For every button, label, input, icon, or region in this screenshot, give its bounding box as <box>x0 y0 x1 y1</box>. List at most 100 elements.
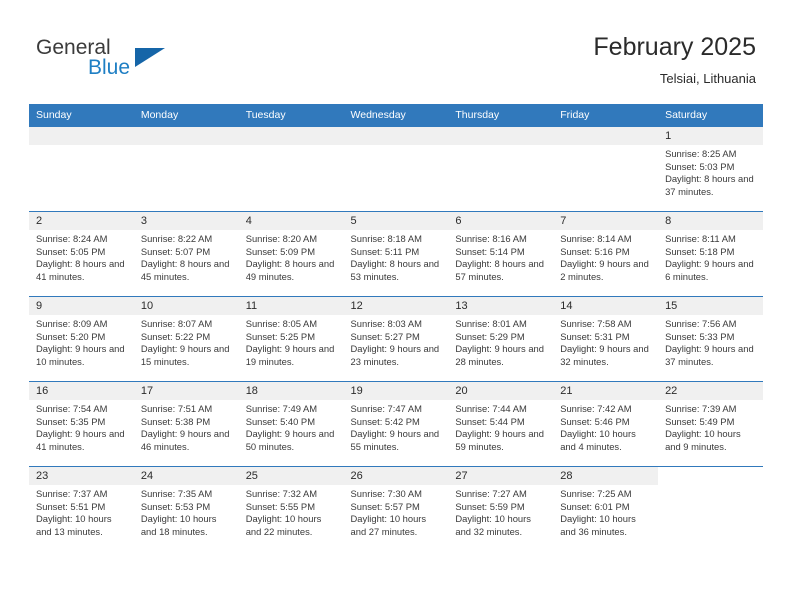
sunrise-text: Sunrise: 8:14 AM <box>560 233 632 244</box>
day-number <box>238 127 344 145</box>
calendar-day-cell[interactable]: 17 Sunrise: 7:51 AM Sunset: 5:38 PM Dayligh… <box>133 381 239 467</box>
day-number: 22 <box>658 382 763 400</box>
calendar-day-cell[interactable]: 10 Sunrise: 8:07 AM Sunset: 5:22 PM Dayligh… <box>133 296 239 382</box>
calendar-day-cell[interactable]: 28 Sunrise: 7:25 AM Sunset: 6:01 PM Dayligh… <box>553 466 659 551</box>
sunset-text: Sunset: 5:16 PM <box>560 245 630 257</box>
day-details: Sunrise: 7:30 AM Sunset: 5:57 PM Daylight:… <box>344 485 449 538</box>
sunrise-text: Sunrise: 8:25 AM <box>665 148 737 159</box>
sunset-text: Sunset: 5:40 PM <box>245 415 315 427</box>
calendar-week-row: 9 Sunrise: 8:09 AM Sunset: 5:20 PM Daylight… <box>29 296 763 382</box>
calendar-page: General Blue February 2025 Telsiai, Lith… <box>0 0 792 612</box>
day-number: 1 <box>658 127 763 145</box>
sunrise-text: Sunrise: 7:37 AM <box>36 488 108 499</box>
day-number: 10 <box>133 297 239 315</box>
sunrise-text: Sunrise: 7:58 AM <box>560 318 632 329</box>
sunset-text: Sunset: 6:01 PM <box>560 500 630 512</box>
day-details: Sunrise: 8:07 AM Sunset: 5:22 PM Daylight:… <box>134 315 239 368</box>
sunrise-text: Sunrise: 7:35 AM <box>140 488 213 499</box>
day-number: 5 <box>343 212 449 230</box>
calendar-day-cell[interactable]: 4 Sunrise: 8:20 AM Sunset: 5:09 PM Daylight… <box>238 211 344 297</box>
sunrise-text: Sunrise: 7:30 AM <box>350 488 422 499</box>
day-number: 28 <box>553 467 659 485</box>
calendar-week-row: 1 Sunrise: 8:25 AM Sunset: 5:03 PM Daylight… <box>29 126 763 212</box>
day-details: Sunrise: 8:18 AM Sunset: 5:11 PM Daylight:… <box>344 230 449 283</box>
calendar-day-cell[interactable]: 5 Sunrise: 8:18 AM Sunset: 5:11 PM Daylight… <box>343 211 449 297</box>
calendar-day-cell[interactable]: 21 Sunrise: 7:42 AM Sunset: 5:46 PM Dayligh… <box>553 381 659 467</box>
daylight-text: Daylight: 8 hours and 45 minutes. <box>140 258 230 282</box>
sunset-text: Sunset: 5:33 PM <box>665 330 735 342</box>
daylight-text: Daylight: 9 hours and 37 minutes. <box>665 343 754 367</box>
day-details: Sunrise: 7:49 AM Sunset: 5:40 PM Daylight:… <box>239 400 344 453</box>
calendar-day-cell[interactable]: 2 Sunrise: 8:24 AM Sunset: 5:05 PM Daylight… <box>29 211 134 297</box>
calendar-day-cell[interactable]: 18 Sunrise: 7:49 AM Sunset: 5:40 PM Dayligh… <box>238 381 344 467</box>
calendar-day-cell[interactable]: 7 Sunrise: 8:14 AM Sunset: 5:16 PM Daylight… <box>553 211 659 297</box>
calendar-day-cell[interactable]: 9 Sunrise: 8:09 AM Sunset: 5:20 PM Daylight… <box>29 296 134 382</box>
calendar-day-cell[interactable]: 24 Sunrise: 7:35 AM Sunset: 5:53 PM Dayligh… <box>133 466 239 551</box>
day-number <box>133 127 239 145</box>
daylight-text: Daylight: 10 hours and 36 minutes. <box>560 513 636 537</box>
weekday-header-saturday: Saturday <box>658 104 763 127</box>
day-details: Sunrise: 8:03 AM Sunset: 5:27 PM Daylight:… <box>344 315 449 368</box>
calendar-day-cell[interactable]: 8 Sunrise: 8:11 AM Sunset: 5:18 PM Daylight… <box>658 211 763 297</box>
day-details: Sunrise: 7:39 AM Sunset: 5:49 PM Daylight:… <box>658 400 763 453</box>
brand-name-blue: Blue <box>88 56 131 79</box>
sunset-text: Sunset: 5:51 PM <box>36 500 106 512</box>
page-header: General Blue February 2025 Telsiai, Lith… <box>0 0 792 103</box>
calendar-day-cell[interactable]: 20 Sunrise: 7:44 AM Sunset: 5:44 PM Dayligh… <box>448 381 554 467</box>
calendar-day-cell[interactable]: 22 Sunrise: 7:39 AM Sunset: 5:49 PM Dayligh… <box>658 381 763 467</box>
sunset-text: Sunset: 5:03 PM <box>665 160 735 172</box>
daylight-text: Daylight: 10 hours and 4 minutes. <box>560 428 636 452</box>
daylight-text: Daylight: 9 hours and 10 minutes. <box>36 343 125 367</box>
sunset-text: Sunset: 5:09 PM <box>245 245 315 257</box>
daylight-text: Daylight: 9 hours and 59 minutes. <box>455 428 544 452</box>
sunrise-text: Sunrise: 7:27 AM <box>455 488 527 499</box>
calendar-cell-empty <box>29 126 134 212</box>
calendar-day-cell[interactable]: 12 Sunrise: 8:03 AM Sunset: 5:27 PM Dayligh… <box>343 296 449 382</box>
calendar-day-cell[interactable]: 13 Sunrise: 8:01 AM Sunset: 5:29 PM Dayligh… <box>448 296 554 382</box>
weekday-header-thursday: Thursday <box>448 104 554 127</box>
sunset-text: Sunset: 5:22 PM <box>140 330 211 342</box>
brand-logo[interactable]: General Blue <box>36 36 236 88</box>
sunrise-text: Sunrise: 7:49 AM <box>245 403 318 414</box>
calendar-day-cell[interactable]: 27 Sunrise: 7:27 AM Sunset: 5:59 PM Dayligh… <box>448 466 554 551</box>
calendar-day-cell[interactable]: 25 Sunrise: 7:32 AM Sunset: 5:55 PM Dayligh… <box>238 466 344 551</box>
calendar-day-cell[interactable]: 3 Sunrise: 8:22 AM Sunset: 5:07 PM Daylight… <box>133 211 239 297</box>
sunset-text: Sunset: 5:46 PM <box>560 415 630 427</box>
calendar-day-cell[interactable]: 15 Sunrise: 7:56 AM Sunset: 5:33 PM Dayligh… <box>658 296 763 382</box>
daylight-text: Daylight: 10 hours and 9 minutes. <box>665 428 741 452</box>
sunrise-text: Sunrise: 8:05 AM <box>245 318 318 329</box>
day-details: Sunrise: 7:58 AM Sunset: 5:31 PM Daylight:… <box>553 315 658 368</box>
sunset-text: Sunset: 5:35 PM <box>36 415 106 427</box>
day-details: Sunrise: 7:44 AM Sunset: 5:44 PM Daylight:… <box>448 400 553 453</box>
day-details: Sunrise: 7:37 AM Sunset: 5:51 PM Daylight:… <box>29 485 134 538</box>
day-details: Sunrise: 8:24 AM Sunset: 5:05 PM Daylight:… <box>29 230 134 283</box>
calendar-cell-empty <box>658 466 763 551</box>
daylight-text: Daylight: 10 hours and 18 minutes. <box>140 513 217 537</box>
calendar-body: 1 Sunrise: 8:25 AM Sunset: 5:03 PM Daylight… <box>29 126 763 551</box>
day-details: Sunrise: 7:27 AM Sunset: 5:59 PM Daylight:… <box>448 485 553 538</box>
day-number: 23 <box>29 467 134 485</box>
sunrise-text: Sunrise: 8:07 AM <box>140 318 213 329</box>
sunrise-text: Sunrise: 7:51 AM <box>140 403 213 414</box>
day-number <box>553 127 659 145</box>
daylight-text: Daylight: 9 hours and 2 minutes. <box>560 258 649 282</box>
calendar-cell-empty <box>343 126 449 212</box>
day-number: 18 <box>238 382 344 400</box>
day-details: Sunrise: 7:25 AM Sunset: 6:01 PM Daylight:… <box>553 485 658 538</box>
day-number: 17 <box>133 382 239 400</box>
calendar-day-cell[interactable]: 1 Sunrise: 8:25 AM Sunset: 5:03 PM Daylight… <box>658 126 763 212</box>
day-number: 4 <box>238 212 344 230</box>
calendar-day-cell[interactable]: 14 Sunrise: 7:58 AM Sunset: 5:31 PM Dayligh… <box>553 296 659 382</box>
day-number: 14 <box>553 297 659 315</box>
calendar-day-cell[interactable]: 11 Sunrise: 8:05 AM Sunset: 5:25 PM Dayligh… <box>238 296 344 382</box>
calendar-day-cell[interactable]: 26 Sunrise: 7:30 AM Sunset: 5:57 PM Dayligh… <box>343 466 449 551</box>
calendar-day-cell[interactable]: 19 Sunrise: 7:47 AM Sunset: 5:42 PM Dayligh… <box>343 381 449 467</box>
calendar-cell-empty <box>553 126 659 212</box>
sunrise-text: Sunrise: 8:20 AM <box>245 233 318 244</box>
day-details: Sunrise: 8:11 AM Sunset: 5:18 PM Daylight:… <box>658 230 763 283</box>
day-number: 9 <box>29 297 134 315</box>
sunrise-text: Sunrise: 8:03 AM <box>350 318 422 329</box>
calendar-day-cell[interactable]: 23 Sunrise: 7:37 AM Sunset: 5:51 PM Dayligh… <box>29 466 134 551</box>
calendar-day-cell[interactable]: 16 Sunrise: 7:54 AM Sunset: 5:35 PM Dayligh… <box>29 381 134 467</box>
calendar-day-cell[interactable]: 6 Sunrise: 8:16 AM Sunset: 5:14 PM Daylight… <box>448 211 554 297</box>
